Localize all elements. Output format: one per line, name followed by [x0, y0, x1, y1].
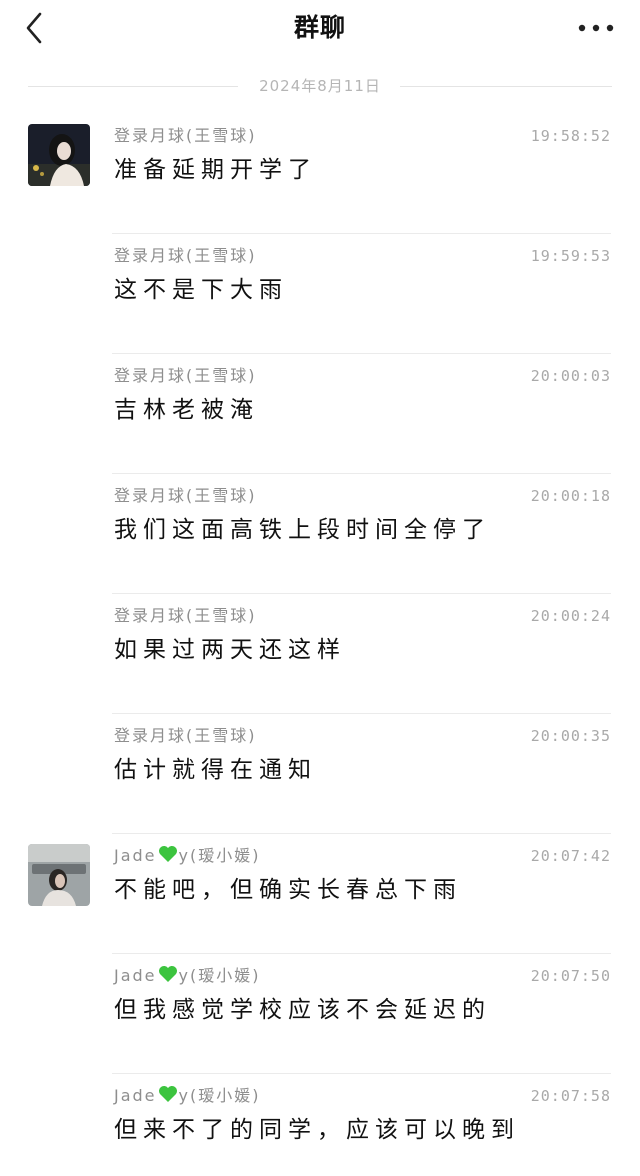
- message-time: 20:00:18: [530, 487, 611, 505]
- green-heart-icon: [158, 1085, 178, 1110]
- message-item: 登录月球(王雪球) 19:59:53 这不是下大雨: [0, 234, 640, 354]
- green-heart-icon: [158, 965, 178, 990]
- message-text[interactable]: 我们这面高铁上段时间全停了: [114, 512, 491, 548]
- sender-name-text: 登录月球(王雪球): [114, 606, 257, 625]
- message-item: 登录月球(王雪球) 20:00:24 如果过两天还这样: [0, 594, 640, 714]
- message-item: 登录月球(王雪球) 19:58:52 准备延期开学了: [0, 114, 640, 234]
- message-text[interactable]: 不能吧，但确实长春总下雨: [114, 872, 462, 908]
- sender-name-text: 登录月球(王雪球): [114, 726, 257, 745]
- sender-name-text: 登录月球(王雪球): [114, 126, 257, 145]
- message-text[interactable]: 如果过两天还这样: [114, 632, 346, 668]
- sender-name-suffix: y(瑷小媛): [178, 1086, 261, 1105]
- avatar[interactable]: [28, 844, 90, 906]
- date-divider: 2024年8月11日: [0, 58, 640, 114]
- page-title: 群聊: [293, 13, 346, 42]
- message-time: 20:00:35: [530, 727, 611, 745]
- sender-name: 登录月球(王雪球): [114, 124, 257, 148]
- message-time: 20:07:58: [530, 1087, 611, 1105]
- message-time: 19:59:53: [530, 247, 611, 265]
- sender-name-text: 登录月球(王雪球): [114, 366, 257, 385]
- message-text[interactable]: 准备延期开学了: [114, 152, 317, 188]
- avatar[interactable]: [28, 124, 90, 186]
- message-item: Jade y(瑷小媛) 20:07:50 但我感觉学校应该不会延迟的: [0, 954, 640, 1074]
- sender-name-text: Jade: [114, 1086, 157, 1105]
- sender-name: Jade y(瑷小媛): [114, 1084, 261, 1110]
- message-time: 20:00:24: [530, 607, 611, 625]
- message-item: Jade y(瑷小媛) 20:07:58 但来不了的同学，应该可以晚到: [0, 1074, 640, 1176]
- message-text[interactable]: 吉林老被淹: [114, 392, 259, 428]
- message-time: 20:07:50: [530, 967, 611, 985]
- message-item: 登录月球(王雪球) 20:00:35 估计就得在通知: [0, 714, 640, 834]
- divider-line: [400, 86, 612, 87]
- message-list: 登录月球(王雪球) 19:58:52 准备延期开学了 登录月球(王雪球) 19:…: [0, 114, 640, 1176]
- sender-name: 登录月球(王雪球): [114, 604, 257, 628]
- sender-name-suffix: y(瑷小媛): [178, 966, 261, 985]
- message-item: Jade y(瑷小媛) 20:07:42 不能吧，但确实长春总下雨: [0, 834, 640, 954]
- message-text[interactable]: 但来不了的同学，应该可以晚到: [114, 1112, 520, 1148]
- sender-name-text: Jade: [114, 966, 157, 985]
- sender-name: 登录月球(王雪球): [114, 364, 257, 388]
- message-text[interactable]: 估计就得在通知: [114, 752, 317, 788]
- more-dots-icon[interactable]: [578, 14, 614, 42]
- sender-name-text: 登录月球(王雪球): [114, 246, 257, 265]
- message-time: 19:58:52: [530, 127, 611, 145]
- message-text[interactable]: 但我感觉学校应该不会延迟的: [114, 992, 491, 1028]
- message-time: 20:00:03: [530, 367, 611, 385]
- nav-bar: 群聊: [0, 0, 640, 58]
- sender-name: Jade y(瑷小媛): [114, 964, 261, 990]
- message-item: 登录月球(王雪球) 20:00:03 吉林老被淹: [0, 354, 640, 474]
- sender-name: 登录月球(王雪球): [114, 244, 257, 268]
- sender-name-text: Jade: [114, 846, 157, 865]
- sender-name: Jade y(瑷小媛): [114, 844, 261, 870]
- sender-name-suffix: y(瑷小媛): [178, 846, 261, 865]
- green-heart-icon: [158, 845, 178, 870]
- sender-name: 登录月球(王雪球): [114, 724, 257, 748]
- message-time: 20:07:42: [530, 847, 611, 865]
- message-item: 登录月球(王雪球) 20:00:18 我们这面高铁上段时间全停了: [0, 474, 640, 594]
- sender-name-text: 登录月球(王雪球): [114, 486, 257, 505]
- message-text[interactable]: 这不是下大雨: [114, 272, 288, 308]
- sender-name: 登录月球(王雪球): [114, 484, 257, 508]
